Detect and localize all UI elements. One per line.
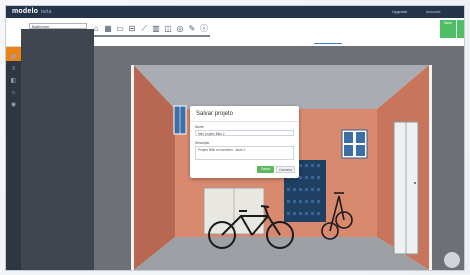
top-bar: modelo beta Upgrade Account bbox=[6, 6, 464, 18]
tool-underline bbox=[150, 35, 162, 37]
description-textarea[interactable]: Projeto Bike no banheiro - teste 2 bbox=[195, 146, 294, 160]
save-project-button[interactable]: Save bbox=[440, 20, 456, 38]
layers-icon[interactable]: ≡ bbox=[10, 66, 17, 73]
measure-icon[interactable]: ⟋ bbox=[139, 24, 149, 34]
tool-underline bbox=[138, 35, 150, 37]
pen-icon[interactable]: ✎ bbox=[187, 24, 197, 34]
brand-name: modelo bbox=[12, 8, 39, 15]
save-button[interactable]: Salvar bbox=[257, 166, 274, 173]
description-label: Descrição bbox=[195, 141, 210, 145]
upgrade-link[interactable]: Upgrade bbox=[392, 9, 407, 14]
tool-underline bbox=[186, 35, 198, 37]
dialog-divider bbox=[190, 121, 299, 122]
brand-logo[interactable]: modelo beta bbox=[12, 8, 52, 15]
cancel-button[interactable]: Cancelar bbox=[276, 166, 295, 173]
tool-underline bbox=[102, 35, 114, 37]
tool-underline bbox=[114, 35, 126, 37]
progress-indicator bbox=[314, 43, 342, 44]
building-icon[interactable]: ▥ bbox=[151, 24, 161, 34]
camera-icon[interactable]: ◉ bbox=[10, 102, 17, 109]
share-button[interactable] bbox=[457, 20, 464, 38]
grid-icon[interactable]: ▦ bbox=[103, 24, 113, 34]
tool-underline bbox=[198, 35, 210, 37]
name-input[interactable]: Meu projeto Bike 2 bbox=[195, 130, 294, 136]
dialog-title: Salvar projeto bbox=[196, 111, 234, 117]
tool-underline bbox=[162, 35, 174, 37]
save-project-dialog: Salvar projeto Nome Meu projeto Bike 2 D… bbox=[190, 106, 299, 178]
info-icon[interactable]: ⓘ bbox=[199, 24, 209, 34]
account-link[interactable]: Account bbox=[426, 9, 440, 14]
left-sidebar: ▣ ≡ ◧ ☼ ◉ bbox=[6, 18, 21, 270]
wall-icon[interactable]: ▭ bbox=[115, 24, 125, 34]
tool-underline bbox=[126, 35, 138, 37]
catalog-panel bbox=[21, 29, 94, 270]
help-button[interactable] bbox=[444, 252, 460, 268]
name-label: Nome bbox=[195, 125, 204, 129]
save-project-label: Save bbox=[444, 21, 452, 25]
material-icon[interactable]: ◧ bbox=[10, 78, 17, 85]
brand-sub: beta bbox=[41, 9, 52, 15]
ruler-icon[interactable]: ⊟ bbox=[127, 24, 137, 34]
camera-tool-icon[interactable]: ◎ bbox=[175, 24, 185, 34]
furniture-icon[interactable]: ▣ bbox=[10, 54, 17, 61]
tool-underline bbox=[174, 35, 186, 37]
lighting-icon[interactable]: ☼ bbox=[10, 90, 17, 97]
layers-tool-icon[interactable]: ◫ bbox=[163, 24, 173, 34]
